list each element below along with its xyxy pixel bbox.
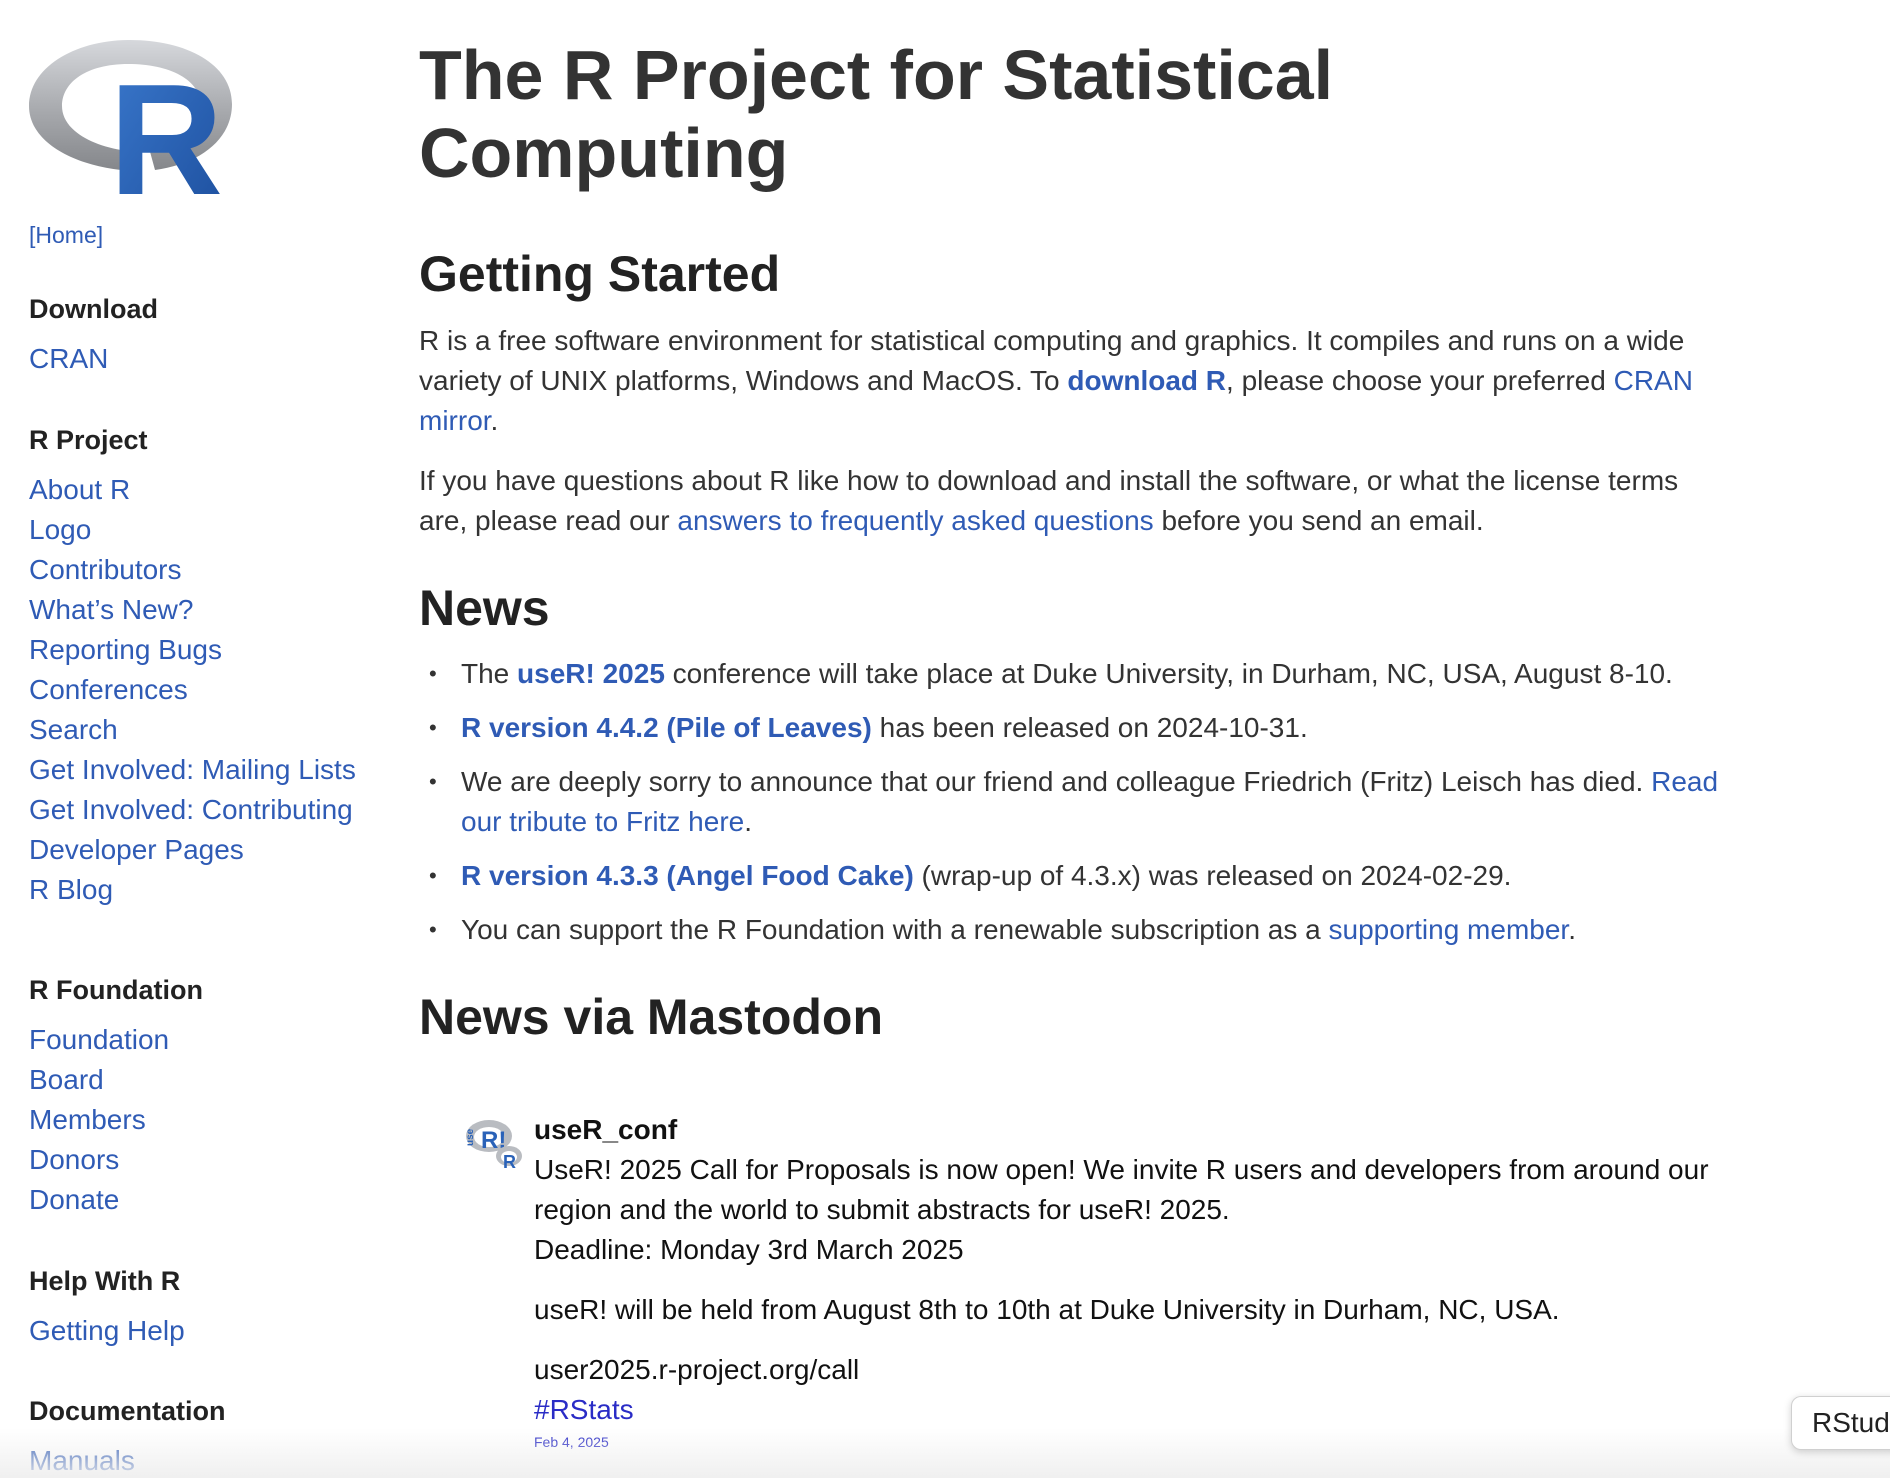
text: . bbox=[490, 405, 499, 436]
getting-started-paragraph-1: R is a free software environment for sta… bbox=[419, 321, 1729, 441]
text: (wrap-up of 4.3.x) was released on 2024-… bbox=[913, 860, 1512, 891]
sidebar-link-contributors[interactable]: Contributors bbox=[29, 554, 182, 585]
user-conf-avatar-icon[interactable]: use R! R bbox=[465, 1116, 525, 1172]
sidebar-link-getting-help[interactable]: Getting Help bbox=[29, 1315, 185, 1346]
post-hashtag-link[interactable]: #RStats bbox=[534, 1394, 634, 1425]
sidebar-section-r-foundation: R Foundation Foundation Board Members Do… bbox=[29, 973, 203, 1220]
sidebar-links-help: Getting Help bbox=[29, 1311, 185, 1351]
post-body: useR_conf UseR! 2025 Call for Proposals … bbox=[534, 1110, 1714, 1452]
post-username[interactable]: useR_conf bbox=[534, 1110, 1714, 1150]
sidebar-link-cran[interactable]: CRAN bbox=[29, 343, 108, 374]
post-text-line: UseR! 2025 Call for Proposals is now ope… bbox=[534, 1154, 1709, 1225]
sidebar-section-download: Download CRAN bbox=[29, 292, 158, 379]
post-url: user2025.r-project.org/call bbox=[534, 1354, 860, 1385]
bullet-icon: • bbox=[429, 715, 437, 740]
sidebar-heading-r-foundation: R Foundation bbox=[29, 975, 203, 1005]
text: conference will take place at Duke Unive… bbox=[664, 658, 1673, 689]
getting-started-paragraph-2: If you have questions about R like how t… bbox=[419, 461, 1729, 541]
sidebar-link-conferences[interactable]: Conferences bbox=[29, 674, 188, 705]
news-link-r-4-4-2[interactable]: R version 4.4.2 (Pile of Leaves) bbox=[461, 712, 872, 743]
sidebar-links-r-project: About R Logo Contributors What’s New? Re… bbox=[29, 470, 356, 910]
sidebar-section-help: Help With R Getting Help bbox=[29, 1264, 185, 1351]
sidebar-heading-r-project: R Project bbox=[29, 425, 148, 455]
heading-news-via-mastodon: News via Mastodon bbox=[419, 989, 883, 1045]
text: You can support the R Foundation with a … bbox=[461, 914, 1329, 945]
heading-getting-started: Getting Started bbox=[419, 246, 781, 302]
sidebar-link-search[interactable]: Search bbox=[29, 714, 118, 745]
bullet-icon: • bbox=[429, 769, 437, 794]
faq-link[interactable]: answers to frequently asked questions bbox=[677, 505, 1153, 536]
news-item: • We are deeply sorry to announce that ou… bbox=[419, 762, 1739, 842]
bullet-icon: • bbox=[429, 917, 437, 942]
text: before you send an email. bbox=[1153, 505, 1484, 536]
news-link-supporting-member[interactable]: supporting member bbox=[1329, 914, 1569, 945]
text: , please choose your preferred bbox=[1226, 365, 1614, 396]
avatar-text-use: use bbox=[465, 1128, 476, 1146]
news-list: • The useR! 2025 conference will take pla… bbox=[419, 654, 1739, 964]
sidebar-link-donate[interactable]: Donate bbox=[29, 1184, 119, 1215]
sidebar-link-r-blog[interactable]: R Blog bbox=[29, 874, 113, 905]
text: We are deeply sorry to announce that our… bbox=[461, 766, 1652, 797]
r-logo[interactable]: R bbox=[29, 36, 232, 196]
rstudio-tooltip[interactable]: RStudio bbox=[1791, 1396, 1890, 1450]
page-title: The R Project for Statistical Computing bbox=[419, 36, 1334, 192]
news-item: • R version 4.4.2 (Pile of Leaves) has be… bbox=[419, 708, 1739, 748]
text: . bbox=[1568, 914, 1576, 945]
sidebar-section-r-project: R Project About R Logo Contributors What… bbox=[29, 423, 356, 910]
sidebar-heading-help: Help With R bbox=[29, 1266, 181, 1296]
news-item: • The useR! 2025 conference will take pla… bbox=[419, 654, 1739, 694]
news-link-r-4-3-3[interactable]: R version 4.3.3 (Angel Food Cake) bbox=[461, 860, 914, 891]
text: The bbox=[461, 658, 518, 689]
sidebar-section-documentation: Documentation Manuals bbox=[29, 1394, 226, 1481]
sidebar-link-about-r[interactable]: About R bbox=[29, 474, 130, 505]
sidebar-link-board[interactable]: Board bbox=[29, 1064, 104, 1095]
sidebar-links-documentation: Manuals bbox=[29, 1441, 226, 1481]
logo-letter: R bbox=[109, 52, 223, 196]
sidebar-link-manuals[interactable]: Manuals bbox=[29, 1445, 135, 1476]
avatar-text-r-small: R bbox=[503, 1152, 516, 1172]
news-item: • R version 4.3.3 (Angel Food Cake) (wrap… bbox=[419, 856, 1739, 896]
sidebar-link-contributing[interactable]: Get Involved: Contributing bbox=[29, 794, 353, 825]
sidebar-heading-documentation: Documentation bbox=[29, 1396, 226, 1426]
news-item: • You can support the R Foundation with a… bbox=[419, 910, 1739, 950]
sidebar-link-reporting-bugs[interactable]: Reporting Bugs bbox=[29, 634, 222, 665]
sidebar-link-logo[interactable]: Logo bbox=[29, 514, 91, 545]
bullet-icon: • bbox=[429, 863, 437, 888]
sidebar-links-r-foundation: Foundation Board Members Donors Donate bbox=[29, 1020, 203, 1220]
bullet-icon: • bbox=[429, 661, 437, 686]
sidebar-links-download: CRAN bbox=[29, 339, 158, 379]
sidebar-link-developer-pages[interactable]: Developer Pages bbox=[29, 834, 244, 865]
sidebar-link-whats-new[interactable]: What’s New? bbox=[29, 594, 193, 625]
sidebar-link-members[interactable]: Members bbox=[29, 1104, 146, 1135]
sidebar-link-mailing-lists[interactable]: Get Involved: Mailing Lists bbox=[29, 754, 356, 785]
sidebar-heading-download: Download bbox=[29, 294, 158, 324]
download-r-link[interactable]: download R bbox=[1067, 365, 1226, 396]
news-link-user-2025[interactable]: useR! 2025 bbox=[517, 658, 665, 689]
text: . bbox=[744, 806, 753, 837]
post-text-line: useR! will be held from August 8th to 10… bbox=[534, 1294, 1560, 1325]
home-link[interactable]: [Home] bbox=[29, 222, 103, 249]
heading-news: News bbox=[419, 580, 550, 636]
text: has been released on 2024-10-31. bbox=[871, 712, 1308, 743]
sidebar-link-donors[interactable]: Donors bbox=[29, 1144, 119, 1175]
post-date-link[interactable]: Feb 4, 2025 bbox=[534, 1432, 1714, 1452]
post-text-line: Deadline: Monday 3rd March 2025 bbox=[534, 1234, 964, 1265]
sidebar-link-foundation[interactable]: Foundation bbox=[29, 1024, 169, 1055]
